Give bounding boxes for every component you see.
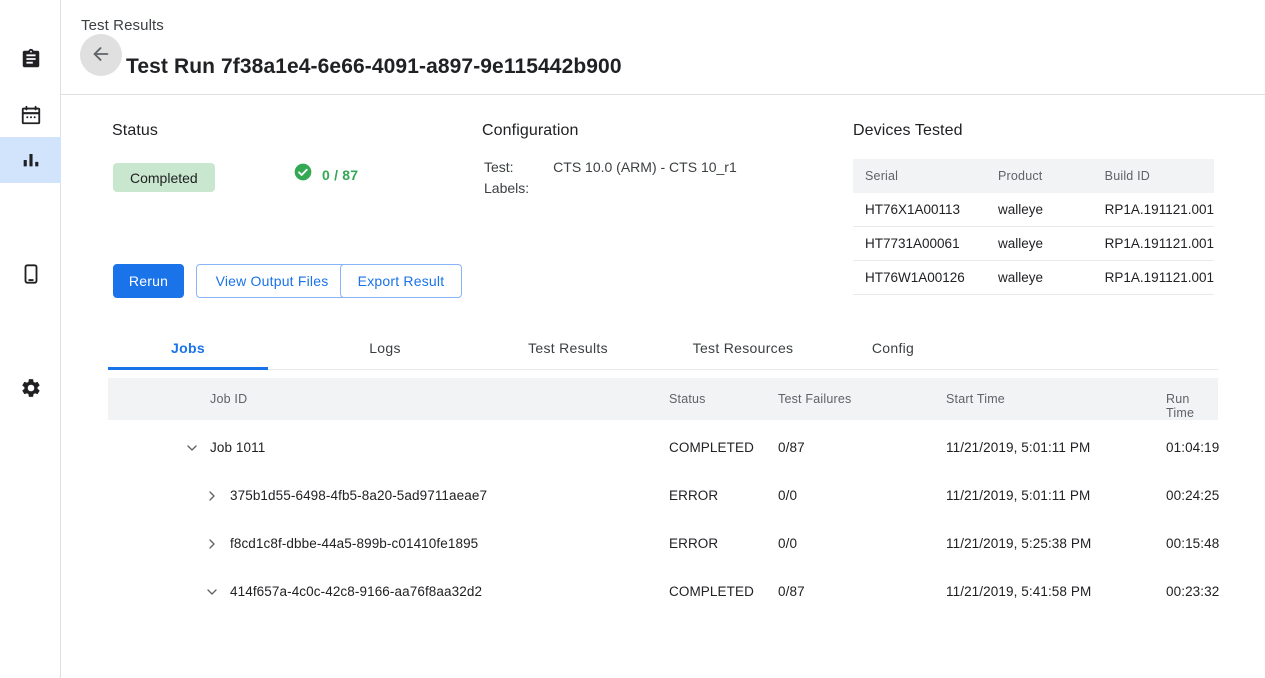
- job-failures: 0/87: [778, 440, 805, 455]
- device-serial: HT76X1A00113: [853, 193, 986, 227]
- device-icon: [20, 263, 42, 285]
- device-product: walleye: [986, 193, 1093, 227]
- view-output-files-button[interactable]: View Output Files: [196, 264, 348, 298]
- tab-config[interactable]: Config: [843, 326, 943, 370]
- export-result-button[interactable]: Export Result: [340, 264, 462, 298]
- job-start-time: 11/21/2019, 5:25:38 PM: [946, 536, 1091, 551]
- clipboard-icon: [20, 48, 42, 70]
- devices-table-header-row: Serial Product Build ID: [853, 159, 1214, 193]
- tab-bar: Jobs Logs Test Results Test Resources Co…: [108, 326, 1218, 370]
- job-run-time: 00:24:25: [1166, 488, 1219, 503]
- job-status: ERROR: [669, 488, 718, 503]
- rerun-button[interactable]: Rerun: [113, 264, 184, 298]
- device-serial: HT7731A00061: [853, 227, 986, 261]
- device-product: walleye: [986, 227, 1093, 261]
- breadcrumb[interactable]: Test Results: [81, 17, 164, 34]
- device-build-id: RP1A.191121.001: [1093, 193, 1214, 227]
- configuration-row: Test: CTS 10.0 (ARM) - CTS 10_r1: [484, 157, 737, 178]
- sidebar-item-test-suites[interactable]: [0, 36, 61, 82]
- device-build-id: RP1A.191121.001: [1093, 261, 1214, 295]
- tab-test-resources[interactable]: Test Resources: [653, 326, 833, 370]
- tab-test-results[interactable]: Test Results: [500, 326, 636, 370]
- devices-column-product: Product: [986, 159, 1093, 193]
- devices-table-row: HT76W1A00126 walleye RP1A.191121.001: [853, 261, 1214, 295]
- job-id: Job 1011: [210, 440, 265, 455]
- sidebar-item-devices[interactable]: [0, 251, 61, 297]
- back-button[interactable]: [80, 34, 122, 76]
- tab-active-indicator: [108, 367, 268, 370]
- job-start-time: 11/21/2019, 5:41:58 PM: [946, 584, 1091, 599]
- pass-count-label: 0 / 87: [322, 167, 358, 183]
- pass-count: 0 / 87: [293, 162, 358, 187]
- table-row[interactable]: Job 1011 COMPLETED 0/87 11/21/2019, 5:01…: [108, 425, 1218, 473]
- device-build-id: RP1A.191121.001: [1093, 227, 1214, 261]
- job-run-time: 00:23:32: [1166, 584, 1219, 599]
- devices-table-row: HT7731A00061 walleye RP1A.191121.001: [853, 227, 1214, 261]
- job-failures: 0/0: [778, 488, 797, 503]
- chevron-right-icon[interactable]: [202, 486, 222, 506]
- job-status: ERROR: [669, 536, 718, 551]
- page-header: Test Results Test Run 7f38a1e4-6e66-4091…: [61, 0, 1265, 95]
- page-title: Test Run 7f38a1e4-6e66-4091-a897-9e11544…: [126, 55, 622, 79]
- sidebar: [0, 0, 61, 678]
- table-row[interactable]: 414f657a-4c0c-42c8-9166-aa76f8aa32d2 COM…: [108, 569, 1218, 617]
- device-serial: HT76W1A00126: [853, 261, 986, 295]
- jobs-column-run-time: Run Time: [1166, 392, 1218, 420]
- configuration-value: [553, 178, 737, 199]
- job-id: 375b1d55-6498-4fb5-8a20-5ad9711aeae7: [230, 488, 487, 503]
- device-product: walleye: [986, 261, 1093, 295]
- tab-jobs[interactable]: Jobs: [108, 326, 268, 370]
- job-status: COMPLETED: [669, 440, 754, 455]
- devices-table-row: HT76X1A00113 walleye RP1A.191121.001: [853, 193, 1214, 227]
- configuration-key: Test:: [484, 157, 553, 178]
- status-badge: Completed: [113, 163, 215, 192]
- gear-icon: [20, 377, 42, 399]
- sidebar-item-test-plans[interactable]: [0, 92, 61, 138]
- calendar-icon: [20, 104, 42, 126]
- devices-column-serial: Serial: [853, 159, 986, 193]
- devices-table: Serial Product Build ID HT76X1A00113 wal…: [853, 159, 1214, 295]
- chevron-right-icon[interactable]: [202, 534, 222, 554]
- devices-section-title: Devices Tested: [853, 122, 963, 140]
- app-root: Test Results Test Run 7f38a1e4-6e66-4091…: [0, 0, 1265, 678]
- job-id: f8cd1c8f-dbbe-44a5-899b-c01410fe1895: [230, 536, 478, 551]
- chevron-down-icon[interactable]: [202, 582, 222, 602]
- check-circle-icon: [293, 162, 313, 187]
- job-failures: 0/0: [778, 536, 797, 551]
- job-id: 414f657a-4c0c-42c8-9166-aa76f8aa32d2: [230, 584, 482, 599]
- configuration-section-title: Configuration: [482, 122, 578, 140]
- job-run-time: 01:04:19: [1166, 440, 1219, 455]
- jobs-column-start-time: Start Time: [946, 392, 1005, 406]
- configuration-row: Labels:: [484, 178, 737, 199]
- job-run-time: 00:15:48: [1166, 536, 1219, 551]
- configuration-list: Test: CTS 10.0 (ARM) - CTS 10_r1 Labels:: [484, 157, 737, 199]
- bar-chart-icon: [20, 149, 42, 171]
- jobs-column-job-id: Job ID: [210, 392, 247, 406]
- chevron-down-icon[interactable]: [182, 438, 202, 458]
- devices-column-build-id: Build ID: [1093, 159, 1214, 193]
- jobs-column-status: Status: [669, 392, 706, 406]
- main-content: Status Completed 0 / 87 Rerun View Outpu…: [61, 95, 1265, 678]
- table-row[interactable]: f8cd1c8f-dbbe-44a5-899b-c01410fe1895 ERR…: [108, 521, 1218, 569]
- table-row[interactable]: 375b1d55-6498-4fb5-8a20-5ad9711aeae7 ERR…: [108, 473, 1218, 521]
- configuration-key: Labels:: [484, 178, 553, 199]
- jobs-table-header: Job ID Status Test Failures Start Time R…: [108, 378, 1218, 420]
- sidebar-item-settings[interactable]: [0, 365, 61, 411]
- job-start-time: 11/21/2019, 5:01:11 PM: [946, 440, 1090, 455]
- job-start-time: 11/21/2019, 5:01:11 PM: [946, 488, 1090, 503]
- job-status: COMPLETED: [669, 584, 754, 599]
- arrow-left-icon: [90, 43, 112, 68]
- jobs-column-test-failures: Test Failures: [778, 392, 851, 406]
- job-failures: 0/87: [778, 584, 805, 599]
- tab-logs[interactable]: Logs: [330, 326, 440, 370]
- status-section-title: Status: [112, 122, 158, 140]
- sidebar-item-test-results[interactable]: [0, 137, 61, 183]
- configuration-value: CTS 10.0 (ARM) - CTS 10_r1: [553, 157, 737, 178]
